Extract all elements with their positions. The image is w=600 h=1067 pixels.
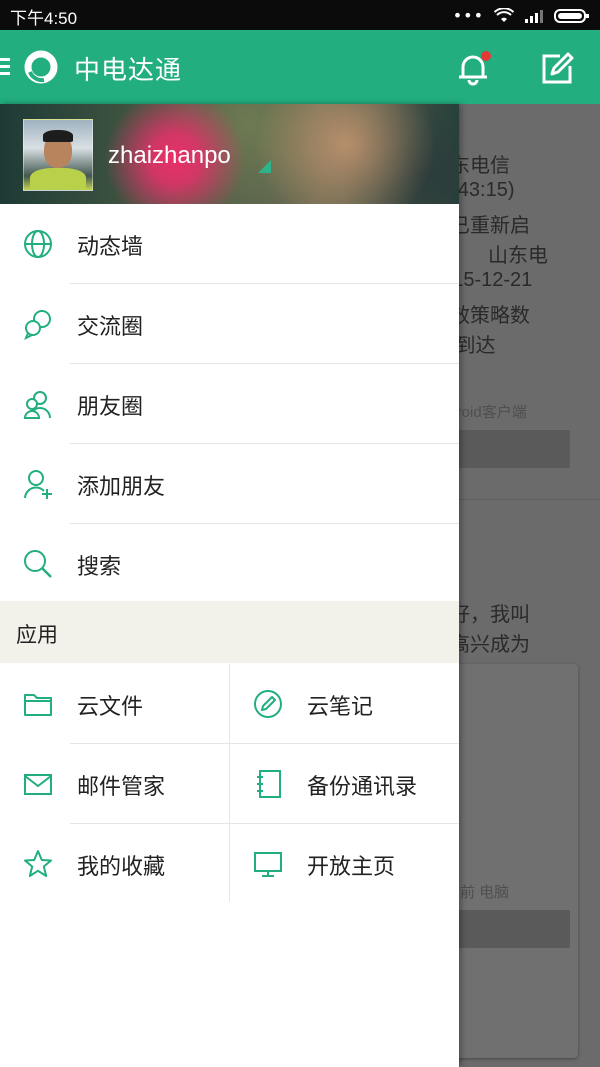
hamburger-menu-icon[interactable] [0,58,10,76]
pencil-icon [254,690,282,718]
grid-column-divider [229,664,230,902]
apps-section-header: 应用 [0,601,459,663]
app-label: 云文件 [77,695,144,720]
app-label: 我的收藏 [77,855,166,880]
menu-item-friends-circle[interactable]: 朋友圈 [0,364,459,444]
star-icon [24,850,52,877]
notification-bell-icon[interactable] [454,50,492,86]
mail-icon [24,774,52,795]
menu-label: 朋友圈 [77,395,144,420]
avatar[interactable] [23,119,93,191]
friends-icon [23,391,51,419]
menu-item-dynamic-wall[interactable]: 动态墙 [0,204,459,284]
menu-label: 动态墙 [77,235,144,260]
menu-label: 搜索 [77,555,122,580]
menu-item-exchange-circle[interactable]: 交流圈 [0,284,459,364]
add-friend-icon [24,470,52,499]
profile-header[interactable]: zhaizhanpo [0,104,459,204]
app-cloud-notes[interactable]: 云笔记 [230,664,459,744]
menu-label: 交流圈 [77,315,144,340]
app-label: 备份通讯录 [307,775,418,800]
app-mail-manager[interactable]: 邮件管家 [0,744,229,824]
app-backup-contacts[interactable]: 备份通讯录 [230,744,459,824]
notification-dot [481,51,491,61]
section-title: 应用 [16,623,58,647]
search-icon [24,550,52,578]
contacts-book-icon [257,770,281,798]
folder-icon [24,694,52,716]
compose-icon[interactable] [538,50,576,86]
app-title: 中电达通 [74,56,183,86]
status-icons: ••• [453,6,590,25]
status-time: 下午4:50 [10,9,78,28]
wifi-icon [494,7,514,22]
menu-item-add-friend[interactable]: 添加朋友 [0,444,459,524]
menu-item-search[interactable]: 搜索 [0,524,459,604]
app-label: 云笔记 [307,695,374,720]
username: zhaizhanpo [108,142,231,169]
navigation-drawer: zhaizhanpo 动态墙 交流圈 朋友圈 添加朋友 搜索 应用 云文件 云笔… [0,104,459,1067]
chat-bubbles-icon [24,310,51,340]
app-label: 开放主页 [307,855,396,880]
more-dots-icon: ••• [452,6,484,25]
menu-label: 添加朋友 [77,475,166,500]
app-label: 邮件管家 [77,775,166,800]
globe-icon [24,230,52,258]
app-bar: 中电达通 [0,30,600,104]
profile-corner-indicator [258,160,271,173]
app-my-favorites[interactable]: 我的收藏 [0,824,229,904]
app-open-homepage[interactable]: 开放主页 [230,824,459,904]
signal-icon [525,9,543,23]
feed-text-line: 山东电 [488,245,548,267]
app-logo-icon [24,50,58,84]
battery-icon [554,8,589,23]
status-bar: 下午4:50 ••• [0,0,600,30]
app-cloud-files[interactable]: 云文件 [0,664,229,744]
monitor-icon [254,852,282,877]
